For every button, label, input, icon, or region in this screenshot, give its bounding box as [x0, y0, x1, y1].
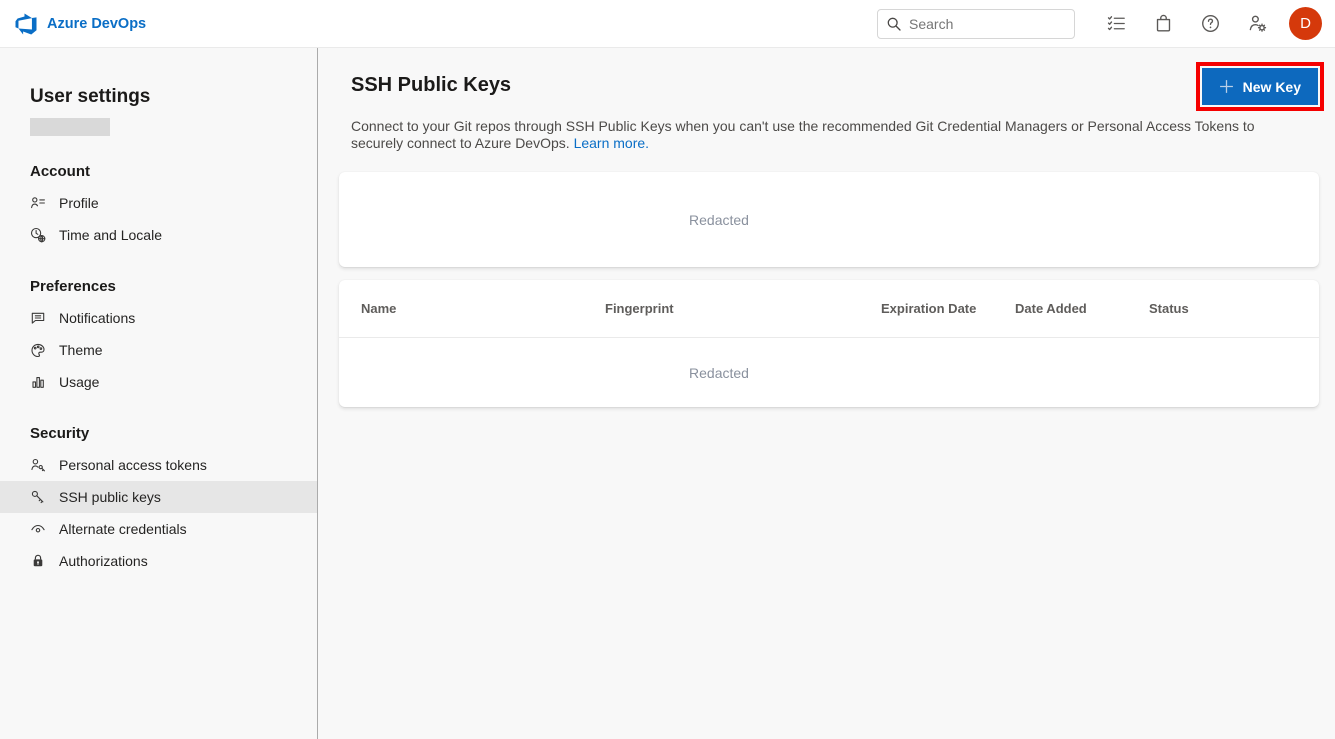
sidebar-item-label: Theme [59, 342, 103, 358]
search-box[interactable] [877, 9, 1075, 39]
page-title: SSH Public Keys [351, 74, 1319, 97]
ssh-keys-table: Name Fingerprint Expiration Date Date Ad… [339, 280, 1319, 407]
top-bar: Azure DevOps D [0, 0, 1335, 48]
person-key-icon [30, 457, 46, 473]
azure-devops-home-link[interactable]: Azure DevOps [14, 12, 146, 36]
sidebar-item-label: Personal access tokens [59, 457, 207, 473]
notifications-icon [30, 310, 46, 326]
usage-chart-icon [30, 374, 46, 390]
sidebar-item-time-and-locale[interactable]: Time and Locale [0, 219, 317, 251]
key-icon [30, 489, 46, 505]
column-fingerprint: Fingerprint [605, 301, 881, 316]
search-icon [886, 16, 902, 32]
help-icon[interactable] [1187, 0, 1234, 47]
table-row: Redacted [339, 338, 1319, 407]
sidebar-item-authorizations[interactable]: Authorizations [0, 545, 317, 577]
marketplace-bag-icon[interactable] [1140, 0, 1187, 47]
learn-more-link[interactable]: Learn more. [574, 135, 649, 151]
avatar[interactable]: D [1289, 7, 1322, 40]
redacted-row-text: Redacted [339, 365, 1099, 381]
avatar-initial: D [1300, 15, 1311, 32]
sidebar-item-profile[interactable]: Profile [0, 187, 317, 219]
sidebar-item-label: Profile [59, 195, 99, 211]
sidebar-item-label: Time and Locale [59, 227, 162, 243]
column-expiration-date: Expiration Date [881, 301, 1015, 316]
new-key-button[interactable]: New Key [1202, 68, 1318, 105]
column-status: Status [1149, 301, 1319, 316]
redacted-banner-text: Redacted [339, 212, 1099, 228]
user-settings-gear-icon[interactable] [1234, 0, 1281, 47]
eye-icon [30, 521, 46, 537]
sidebar-item-label: Alternate credentials [59, 521, 187, 537]
section-account: Account [30, 163, 317, 180]
page-description: Connect to your Git repos through SSH Pu… [351, 118, 1296, 152]
task-list-icon[interactable] [1093, 0, 1140, 47]
sidebar-item-alternate-credentials[interactable]: Alternate credentials [0, 513, 317, 545]
sidebar-item-label: Authorizations [59, 553, 148, 569]
section-security: Security [30, 425, 317, 442]
sidebar-item-notifications[interactable]: Notifications [0, 302, 317, 334]
column-date-added: Date Added [1015, 301, 1149, 316]
azure-devops-logo-icon [14, 12, 38, 36]
brand-title: Azure DevOps [47, 16, 146, 32]
lock-icon [30, 553, 46, 569]
section-preferences: Preferences [30, 278, 317, 295]
new-key-highlight-box: New Key [1196, 62, 1324, 111]
sidebar-item-theme[interactable]: Theme [0, 334, 317, 366]
sidebar-title: User settings [30, 86, 317, 108]
sidebar-item-label: Usage [59, 374, 99, 390]
table-header-row: Name Fingerprint Expiration Date Date Ad… [339, 280, 1319, 338]
redacted-banner-card: Redacted [339, 172, 1319, 267]
sidebar-item-personal-access-tokens[interactable]: Personal access tokens [0, 449, 317, 481]
theme-palette-icon [30, 342, 46, 358]
sidebar-item-label: Notifications [59, 310, 135, 326]
sidebar-item-usage[interactable]: Usage [0, 366, 317, 398]
sidebar-item-ssh-public-keys[interactable]: SSH public keys [0, 481, 317, 513]
sidebar: User settings Account Profile Time and L… [0, 48, 318, 739]
main-content: SSH Public Keys New Key Connect to your … [318, 48, 1335, 739]
time-locale-icon [30, 227, 46, 243]
profile-icon [30, 195, 46, 211]
sidebar-item-label: SSH public keys [59, 489, 161, 505]
plus-icon [1219, 79, 1234, 94]
redacted-bar [30, 118, 110, 136]
column-name: Name [361, 301, 605, 316]
search-input[interactable] [909, 16, 1066, 32]
